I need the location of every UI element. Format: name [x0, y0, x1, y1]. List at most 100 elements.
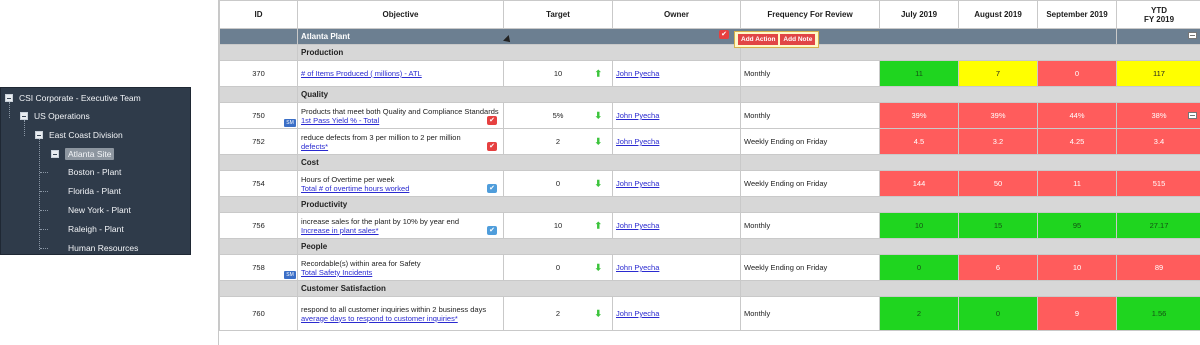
column-header-august-2019[interactable]: August 2019: [958, 0, 1038, 29]
action-check-icon[interactable]: ✔: [487, 142, 497, 151]
tree-item-us-operations[interactable]: US Operations: [20, 108, 90, 124]
sm-badge[interactable]: SM: [284, 119, 296, 127]
objective-text: Hours of Overtime per week: [301, 174, 395, 184]
table-row[interactable]: 756 increase sales for the plant by 10% …: [219, 212, 1200, 239]
measure-link[interactable]: 1st Pass Yield % - Total: [301, 116, 379, 125]
table-row[interactable]: 752 reduce defects from 3 per million to…: [219, 128, 1200, 155]
value-ytd-cell[interactable]: 38%: [1116, 102, 1200, 129]
value-sep[interactable]: 4.25: [1037, 128, 1117, 155]
column-header-id[interactable]: ID: [219, 0, 298, 29]
column-header-frequency[interactable]: Frequency For Review: [740, 0, 880, 29]
table-row[interactable]: 760 respond to all customer inquiries wi…: [219, 296, 1200, 331]
action-check-icon[interactable]: ✔: [487, 116, 497, 125]
tree-item-label: Boston - Plant: [68, 167, 122, 177]
value-sep[interactable]: 11: [1037, 170, 1117, 197]
table-row[interactable]: 758 SM Recordable(s) within area for Saf…: [219, 254, 1200, 281]
owner-link[interactable]: John Pyecha: [616, 263, 659, 272]
tree-item-atlanta-site[interactable]: Atlanta Site: [51, 146, 115, 162]
value-jul[interactable]: 39%: [879, 102, 959, 129]
action-check-icon[interactable]: ✔: [487, 226, 497, 235]
column-header-ytd[interactable]: YTD FY 2019: [1116, 0, 1200, 29]
value-ytd[interactable]: 3.4: [1116, 128, 1200, 155]
target-cell: 5% ⬇: [503, 102, 613, 129]
measure-link[interactable]: # of Items Produced ( millions) - ATL: [301, 69, 422, 78]
tree-item-human-resources[interactable]: Human Resources: [68, 240, 138, 256]
value-sep[interactable]: 10: [1037, 254, 1117, 281]
add-note-button[interactable]: Add Note: [780, 34, 816, 45]
tree-item-boston-plant[interactable]: Boston - Plant: [68, 164, 121, 180]
tree-item-label: Atlanta Site: [65, 148, 115, 160]
sm-badge[interactable]: SM: [284, 271, 296, 279]
target-value: 0: [555, 179, 561, 188]
owner-link[interactable]: John Pyecha: [616, 69, 659, 78]
value-ytd[interactable]: 27.17: [1116, 212, 1200, 239]
column-header-objective[interactable]: Objective: [297, 0, 504, 29]
value-jul[interactable]: 2: [879, 296, 959, 331]
measure-link[interactable]: Total Safety Incidents: [301, 268, 372, 277]
target-value: 0: [555, 263, 561, 272]
owner-link[interactable]: John Pyecha: [616, 111, 659, 120]
owner-cell: John Pyecha: [612, 60, 741, 87]
value-aug[interactable]: 7: [958, 60, 1038, 87]
owner-link[interactable]: John Pyecha: [616, 137, 659, 146]
table-row[interactable]: 370 # of Items Produced ( millions) - AT…: [219, 60, 1200, 87]
measure-link[interactable]: defects*: [301, 142, 328, 151]
value-aug[interactable]: 39%: [958, 102, 1038, 129]
value-sep[interactable]: 95: [1037, 212, 1117, 239]
objective-cell: Recordable(s) within area for Safety Tot…: [297, 254, 504, 281]
tree-item-east-coast-division[interactable]: East Coast Division: [35, 127, 123, 143]
measure-link[interactable]: Increase in plant sales*: [301, 226, 379, 235]
value-jul[interactable]: 144: [879, 170, 959, 197]
column-header-september-2019[interactable]: September 2019: [1037, 0, 1117, 29]
value-aug[interactable]: 15: [958, 212, 1038, 239]
collapse-icon[interactable]: [35, 131, 43, 139]
value-sep[interactable]: 44%: [1037, 102, 1117, 129]
expand-row-icon[interactable]: [1188, 112, 1197, 119]
value-aug[interactable]: 0: [958, 296, 1038, 331]
tree-item-florida-plant[interactable]: Florida - Plant: [68, 183, 121, 199]
collapse-icon[interactable]: [5, 94, 13, 102]
value-jul[interactable]: 4.5: [879, 128, 959, 155]
value-ytd[interactable]: 515: [1116, 170, 1200, 197]
row-id: 752: [219, 128, 298, 155]
owner-link[interactable]: John Pyecha: [616, 179, 659, 188]
table-row[interactable]: 754 Hours of Overtime per week Total # o…: [219, 170, 1200, 197]
collapse-icon[interactable]: [20, 112, 28, 120]
target-cell: 2 ⬇: [503, 128, 613, 155]
category-row-quality: Quality: [219, 86, 1200, 103]
measure-link[interactable]: average days to respond to customer inqu…: [301, 314, 458, 323]
popup-check-icon[interactable]: ✔: [719, 30, 729, 39]
owner-link[interactable]: John Pyecha: [616, 221, 659, 230]
trend-down-icon: ⬇: [594, 262, 602, 272]
value-aug[interactable]: 6: [958, 254, 1038, 281]
owner-cell: John Pyecha: [612, 102, 741, 129]
row-id: 760: [219, 296, 298, 331]
tree-item-raleigh-plant[interactable]: Raleigh - Plant: [68, 221, 124, 237]
category-label: Cost: [297, 154, 741, 171]
table-row[interactable]: 750 SM Products that meet both Quality a…: [219, 102, 1200, 129]
measure-link[interactable]: Total # of overtime hours worked: [301, 184, 409, 193]
expand-icon[interactable]: [51, 150, 59, 158]
value-sep[interactable]: 0: [1037, 60, 1117, 87]
value-aug[interactable]: 3.2: [958, 128, 1038, 155]
value-sep[interactable]: 9: [1037, 296, 1117, 331]
value-ytd[interactable]: 117: [1116, 60, 1200, 87]
value-jul[interactable]: 10: [879, 212, 959, 239]
column-header-target[interactable]: Target: [503, 0, 613, 29]
frequency-cell: Monthly: [740, 296, 880, 331]
column-header-july-2019[interactable]: July 2019: [879, 0, 959, 29]
owner-link[interactable]: John Pyecha: [616, 309, 659, 318]
value-ytd[interactable]: 89: [1116, 254, 1200, 281]
value-ytd[interactable]: 1.56: [1116, 296, 1200, 331]
tree-item-new-york-plant[interactable]: New York - Plant: [68, 202, 131, 218]
value-jul[interactable]: 0: [879, 254, 959, 281]
value-aug[interactable]: 50: [958, 170, 1038, 197]
expand-row-icon[interactable]: [1188, 32, 1197, 39]
tree-item-label: New York - Plant: [68, 205, 131, 215]
value-jul[interactable]: 11: [879, 60, 959, 87]
action-check-icon[interactable]: ✔: [487, 184, 497, 193]
column-header-owner[interactable]: Owner: [612, 0, 741, 29]
tree-item-csi-corporate[interactable]: CSI Corporate - Executive Team: [5, 90, 141, 106]
category-label: Production: [297, 44, 741, 61]
add-action-button[interactable]: Add Action: [738, 34, 779, 45]
